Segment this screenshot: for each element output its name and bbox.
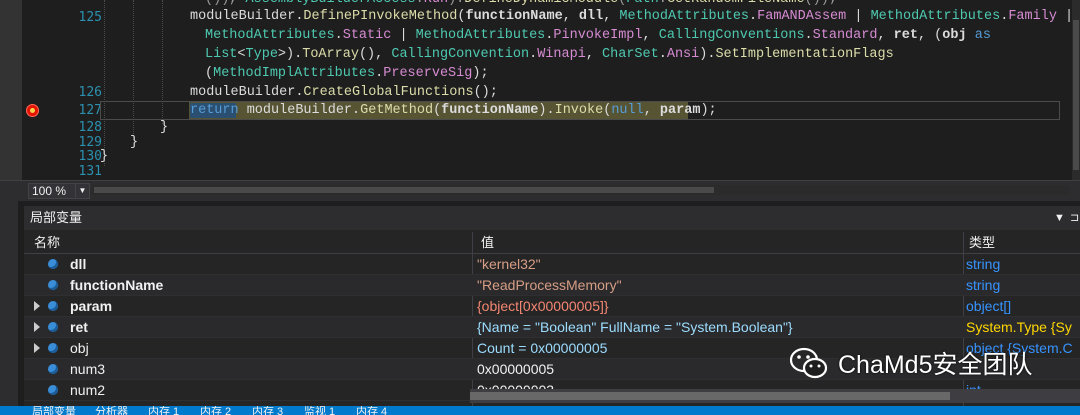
variable-type: string xyxy=(966,277,1001,293)
table-row[interactable]: functionName "ReadProcessMemory" string xyxy=(24,275,1080,296)
code-line: moduleBuilder.DefinePInvokeMethod(functi… xyxy=(190,9,1074,24)
locals-grid: 名称 值 类型 dll "kernel32" string functionNa… xyxy=(24,232,1080,412)
variable-name: dll xyxy=(70,256,87,272)
table-row[interactable]: param {object[0x00000005]} object[] xyxy=(24,296,1080,317)
variable-name: param xyxy=(70,298,113,314)
line-number-gutter: 125 126 127 128 129 130 131 xyxy=(22,0,102,180)
variable-name: ret xyxy=(70,319,88,335)
variable-name: num2 xyxy=(70,382,106,398)
line-number: 127 xyxy=(78,103,102,118)
editor-horizontal-scrollbar[interactable] xyxy=(92,185,1070,195)
variable-type: System.Type {Sy xyxy=(966,319,1072,335)
variable-name: obj xyxy=(70,340,89,356)
expand-arrow-icon[interactable] xyxy=(34,322,40,332)
table-row[interactable]: dll "kernel32" string xyxy=(24,254,1080,275)
wechat-icon xyxy=(790,347,828,379)
tab-memory-2[interactable]: 内存 2 xyxy=(200,406,231,415)
code-line: } xyxy=(160,120,169,135)
editor-status-bar: 100 % ▼ xyxy=(0,180,1080,201)
zoom-value: 100 % xyxy=(32,184,67,198)
variable-value[interactable]: "kernel32" xyxy=(477,254,962,274)
column-header-name[interactable]: 名称 xyxy=(34,232,60,253)
line-number: 129 xyxy=(78,135,102,150)
expand-arrow-icon[interactable] xyxy=(34,343,40,353)
code-line: List<Type>).ToArray(), CallingConvention… xyxy=(205,47,894,62)
scrollbar-thumb[interactable] xyxy=(470,392,950,400)
locals-title: 局部变量 xyxy=(30,210,83,225)
editor-margin xyxy=(0,0,22,180)
tab-memory-3[interactable]: 内存 3 xyxy=(252,406,283,415)
indent-guide xyxy=(104,0,105,166)
tab-analyzer[interactable]: 分析器 xyxy=(95,406,128,415)
line-number: 126 xyxy=(78,85,102,100)
column-header-value[interactable]: 值 xyxy=(481,232,494,253)
variable-value[interactable]: {object[0x00000005]} xyxy=(477,296,962,316)
variable-name: num3 xyxy=(70,361,106,377)
variable-name: functionName xyxy=(70,277,164,293)
locals-horizontal-scrollbar[interactable] xyxy=(470,389,1080,403)
tab-memory-4[interactable]: 内存 4 xyxy=(356,406,387,415)
grid-header: 名称 值 类型 xyxy=(24,232,1080,254)
scrollbar-thumb[interactable] xyxy=(1073,20,1079,170)
window-menu-icon[interactable]: ▼ xyxy=(1054,206,1065,230)
code-line: moduleBuilder.CreateGlobalFunctions(); xyxy=(190,85,498,100)
field-icon xyxy=(48,280,58,290)
code-line: } xyxy=(130,135,139,150)
line-number: 130 xyxy=(78,149,102,164)
watermark-text: ChaMd5安全团队 xyxy=(838,351,1033,379)
field-icon xyxy=(48,385,58,395)
field-icon xyxy=(48,301,58,311)
debug-tab-strip: 局部变量 分析器 内存 1 内存 2 内存 3 监视 1 内存 4 xyxy=(0,406,1080,415)
tab-memory-1[interactable]: 内存 1 xyxy=(148,406,179,415)
chevron-down-icon[interactable]: ▼ xyxy=(75,184,89,198)
code-line: MethodAttributes.Static | MethodAttribut… xyxy=(205,28,991,43)
editor-vertical-scrollbar[interactable] xyxy=(1072,0,1080,180)
line-number: 128 xyxy=(78,120,102,135)
code-line: (MethodImplAttributes.PreserveSig); xyxy=(205,66,489,81)
tab-watch-1[interactable]: 监视 1 xyxy=(304,406,335,415)
field-icon xyxy=(48,343,58,353)
scrollbar-thumb[interactable] xyxy=(94,187,714,193)
code-line: } xyxy=(100,149,109,164)
variable-type: object[] xyxy=(966,298,1012,314)
code-line: return moduleBuilder.GetMethod(functionN… xyxy=(190,103,717,118)
field-icon xyxy=(48,259,58,269)
code-editor[interactable]: 125 126 127 128 129 130 131 ()), Assembl… xyxy=(0,0,1080,180)
locals-title-bar: 局部变量 ▼ ⊐ xyxy=(24,206,1080,230)
variable-value[interactable]: {Name = "Boolean" FullName = "System.Boo… xyxy=(477,317,962,337)
left-panel-strip xyxy=(0,200,18,410)
expand-arrow-icon[interactable] xyxy=(34,301,40,311)
zoom-dropdown[interactable]: 100 % ▼ xyxy=(28,183,90,199)
field-icon xyxy=(48,322,58,332)
breakpoint-icon[interactable] xyxy=(26,104,39,117)
column-header-type[interactable]: 类型 xyxy=(969,232,995,253)
variable-value[interactable]: "ReadProcessMemory" xyxy=(477,275,962,295)
line-number: 131 xyxy=(78,164,102,179)
pin-icon[interactable]: ⊐ xyxy=(1070,206,1079,230)
line-number: 125 xyxy=(78,10,102,25)
variable-type: string xyxy=(966,256,1001,272)
field-icon xyxy=(48,364,58,374)
table-row[interactable]: ret {Name = "Boolean" FullName = "System… xyxy=(24,317,1080,338)
tab-locals[interactable]: 局部变量 xyxy=(32,406,76,415)
